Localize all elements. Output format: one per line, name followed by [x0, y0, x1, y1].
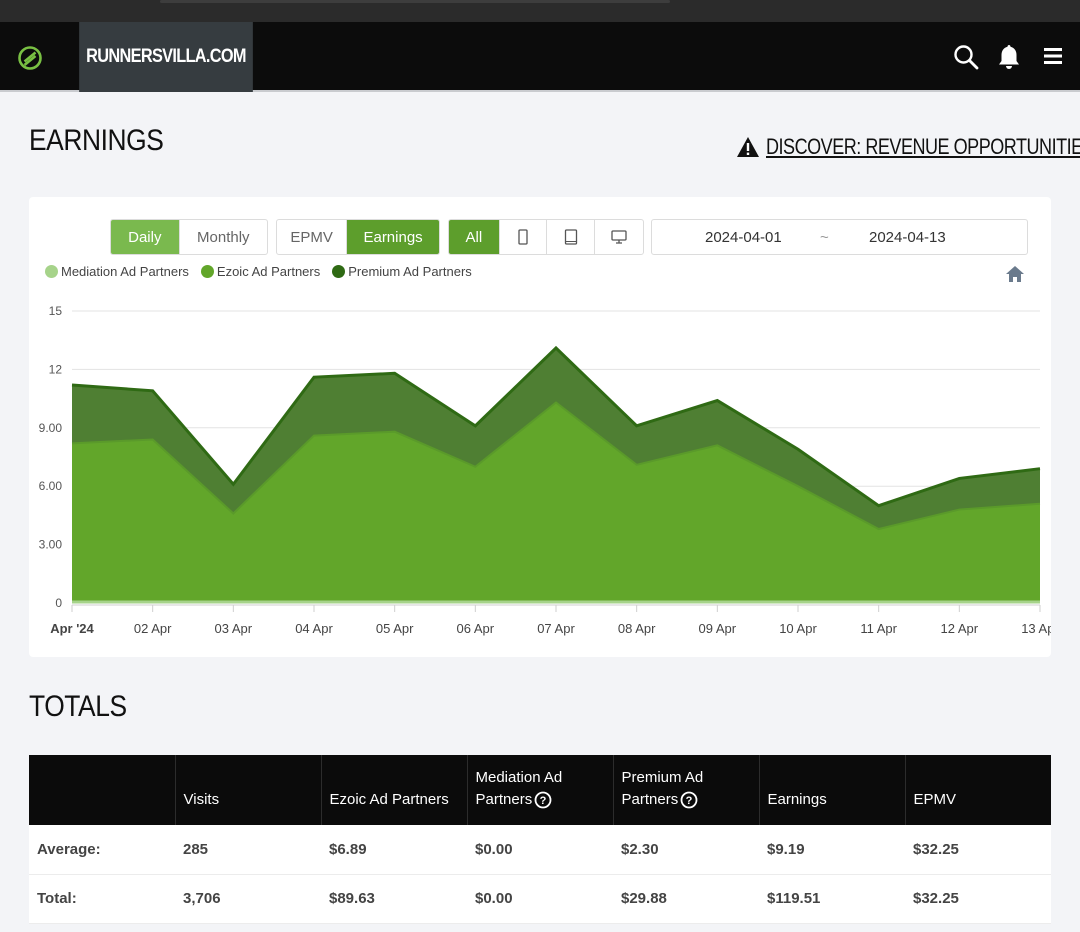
browser-top-strip: [0, 0, 1080, 22]
discover-link-label: DISCOVER: REVENUE OPPORTUNITIES (1): [766, 134, 1080, 159]
menu-icon[interactable]: [1038, 42, 1068, 72]
tablet-icon: [564, 229, 578, 245]
y-tick-label: 6.00: [39, 479, 63, 493]
legend-ezoic[interactable]: Ezoic Ad Partners: [200, 264, 321, 279]
browser-url-pill: [160, 0, 670, 3]
x-tick-label: 09 Apr: [699, 621, 737, 636]
legend-dot: [45, 265, 58, 278]
cell-premium: $29.88: [621, 890, 667, 907]
legend-premium[interactable]: Premium Ad Partners: [332, 264, 472, 279]
table-row: Total: 3,706 $89.63 $0.00 $29.88 $119.51…: [29, 874, 1051, 923]
y-tick-label: 9.00: [39, 421, 63, 435]
site-name-label: RUNNERSVILLA.COM: [86, 46, 246, 67]
x-tick-label: 08 Apr: [618, 621, 656, 636]
warning-icon: [737, 137, 759, 157]
x-tick-label: 06 Apr: [457, 621, 495, 636]
date-separator: ~: [820, 228, 829, 246]
row-label: Total:: [37, 890, 77, 907]
col-ezoic: Ezoic Ad Partners: [321, 755, 468, 825]
y-tick-label: 12: [49, 362, 63, 376]
legend-mediation[interactable]: Mediation Ad Partners: [45, 264, 189, 279]
cell-visits: 3,706: [183, 890, 221, 907]
metric-toggle: EPMV Earnings: [276, 219, 440, 255]
daily-button[interactable]: Daily: [111, 220, 180, 254]
cell-ezoic: $6.89: [329, 840, 367, 858]
y-tick-label: 15: [49, 304, 63, 318]
cell-mediation: $0.00: [475, 840, 513, 858]
legend-dot: [332, 265, 346, 278]
search-icon[interactable]: [951, 42, 981, 72]
bell-icon[interactable]: [994, 42, 1024, 72]
legend-dot: [200, 265, 214, 278]
earnings-button[interactable]: Earnings: [347, 220, 439, 254]
monthly-button[interactable]: Monthly: [180, 220, 267, 254]
legend-label: Mediation Ad Partners: [61, 264, 189, 279]
x-tick-label: 10 Apr: [779, 621, 817, 636]
x-tick-label: 11 Apr: [860, 621, 897, 636]
cell-earnings: $119.51: [767, 890, 821, 907]
totals-title: TOTALS: [29, 690, 127, 723]
table-row: Average: 285 $6.89 $0.00 $2.30 $9.19 $32…: [29, 825, 1051, 874]
x-tick-label: 02 Apr: [134, 621, 172, 636]
logo-icon[interactable]: [16, 44, 44, 72]
y-tick-label: 3.00: [39, 538, 63, 552]
x-tick-label: 03 Apr: [215, 621, 253, 636]
earnings-chart-card: 0 3.00 6.00 9.00 12 15 Apr '24 02 Apr 03 Apr 04 A…: [29, 197, 1051, 657]
cell-epmv: $32.25: [913, 890, 959, 907]
x-tick-label: 04 Apr: [295, 621, 333, 636]
reset-zoom-home-icon[interactable]: [1004, 264, 1026, 284]
chart-legend: Mediation Ad Partners Ezoic Ad Partners …: [45, 264, 472, 279]
col-earnings: Earnings: [759, 755, 906, 825]
date-from[interactable]: 2024-04-01: [705, 229, 782, 246]
col-visits: Visits: [175, 755, 322, 825]
cell-earnings: $9.19: [767, 840, 805, 858]
all-devices-button[interactable]: All: [449, 220, 500, 254]
svg-text:?: ?: [686, 795, 693, 807]
discover-revenue-link[interactable]: DISCOVER: REVENUE OPPORTUNITIES (1): [736, 134, 1080, 160]
epmv-button[interactable]: EPMV: [277, 220, 348, 254]
x-tick-label: 12 Apr: [941, 621, 979, 636]
x-tick-label: 13 Apr: [1021, 621, 1051, 636]
x-tick-label: 07 Apr: [537, 621, 575, 636]
period-toggle: Daily Monthly: [110, 219, 268, 255]
site-name-tab[interactable]: RUNNERSVILLA.COM: [79, 22, 253, 92]
cell-ezoic: $89.63: [329, 890, 375, 907]
date-to[interactable]: 2024-04-13: [869, 229, 946, 246]
legend-label: Premium Ad Partners: [348, 264, 472, 279]
device-toggle: All: [448, 219, 644, 255]
row-label: Average:: [37, 840, 101, 858]
cell-premium: $2.30: [621, 840, 659, 858]
help-icon[interactable]: ?: [680, 791, 698, 809]
cell-visits: 285: [183, 840, 209, 858]
date-range-picker[interactable]: 2024-04-01 ~ 2024-04-13: [651, 219, 1028, 255]
mobile-button[interactable]: [500, 220, 548, 254]
cell-epmv: $32.25: [913, 840, 959, 858]
page-title: EARNINGS: [29, 124, 164, 157]
svg-text:?: ?: [540, 795, 547, 807]
col-epmv: EPMV: [913, 791, 957, 808]
help-icon[interactable]: ?: [534, 791, 552, 809]
col-mediation: Mediation Ad Partners?: [467, 755, 614, 825]
mobile-icon: [518, 229, 528, 245]
x-tick-label: Apr '24: [50, 621, 94, 636]
x-tick-label: 05 Apr: [376, 621, 414, 636]
desktop-button[interactable]: [595, 220, 643, 254]
totals-header-row: Visits Ezoic Ad Partners Mediation Ad Pa…: [29, 755, 1051, 825]
cell-mediation: $0.00: [475, 890, 513, 907]
col-label: [29, 755, 176, 825]
app-header: RUNNERSVILLA.COM: [0, 22, 1080, 92]
y-tick-label: 0: [55, 596, 62, 610]
col-premium: Premium Ad Partners?: [613, 755, 760, 825]
desktop-icon: [611, 230, 627, 244]
totals-table: Visits Ezoic Ad Partners Mediation Ad Pa…: [29, 755, 1051, 924]
tablet-button[interactable]: [547, 220, 596, 254]
legend-label: Ezoic Ad Partners: [216, 264, 321, 279]
